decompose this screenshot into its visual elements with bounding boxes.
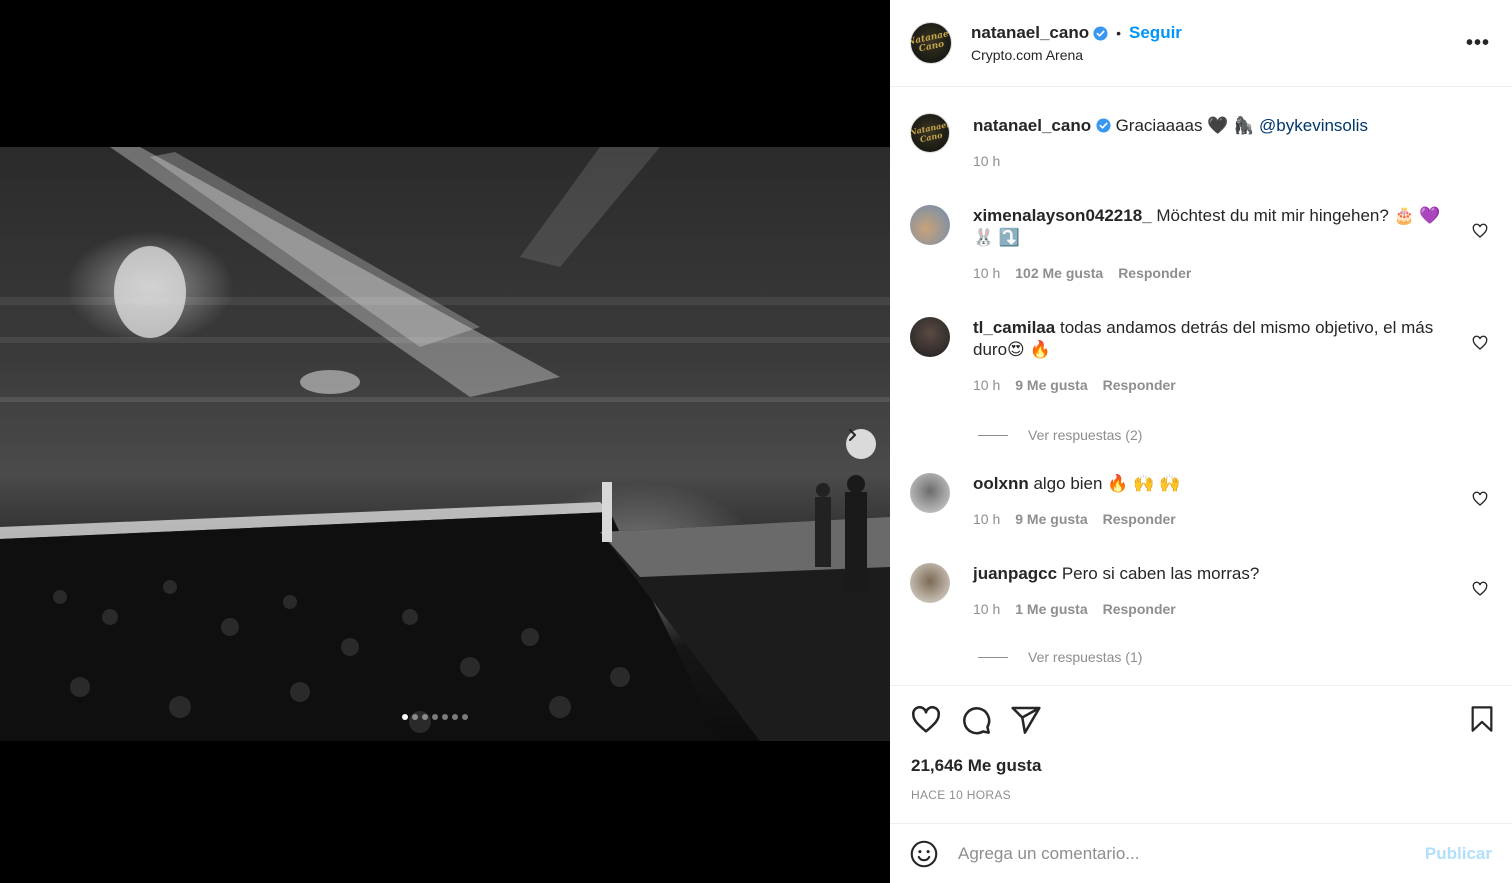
reply-button[interactable]: Responder xyxy=(1103,377,1176,393)
comment-icon[interactable] xyxy=(960,704,992,736)
commenter-avatar[interactable] xyxy=(910,473,950,513)
verified-icon xyxy=(1096,118,1111,133)
commenter-avatar[interactable] xyxy=(910,563,950,603)
caption-mention-link[interactable]: @bykevinsolis xyxy=(1259,116,1368,135)
likes-count[interactable]: 21,646 Me gusta xyxy=(911,756,1041,776)
view-replies-button[interactable]: Ver respuestas (1) xyxy=(978,649,1142,665)
comments-section: Natanael Cano natanael_cano Graciaaaas 🖤… xyxy=(890,87,1512,685)
comment-username[interactable]: tl_camilaa xyxy=(973,318,1055,337)
view-replies-button[interactable]: Ver respuestas (2) xyxy=(978,427,1142,443)
concert-photo[interactable] xyxy=(0,147,890,741)
commenter-avatar[interactable] xyxy=(910,317,950,357)
comment-likes[interactable]: 102 Me gusta xyxy=(1015,265,1103,281)
bookmark-icon[interactable] xyxy=(1468,704,1496,734)
verified-icon xyxy=(1093,25,1108,41)
comment-input[interactable] xyxy=(958,843,1418,864)
concert-scene xyxy=(0,147,890,741)
like-comment-heart-icon[interactable] xyxy=(1472,335,1488,351)
separator-dot: • xyxy=(1116,25,1122,41)
caption: Natanael Cano natanael_cano Graciaaaas 🖤… xyxy=(910,113,1492,169)
reply-button[interactable]: Responder xyxy=(1118,265,1191,281)
like-comment-heart-icon[interactable] xyxy=(1472,223,1488,239)
comment-item: tl_camilaa todas andamos detrás del mism… xyxy=(910,317,1492,393)
comment-text: Pero si caben las morras? xyxy=(1061,564,1260,583)
comment-likes[interactable]: 9 Me gusta xyxy=(1015,511,1087,527)
comment-time[interactable]: 10 h xyxy=(973,511,1000,527)
carousel-dot xyxy=(402,714,408,720)
carousel-dots xyxy=(402,714,468,720)
comment-username[interactable]: oolxnn xyxy=(973,474,1029,493)
like-comment-heart-icon[interactable] xyxy=(1472,491,1488,507)
follow-button[interactable]: Seguir xyxy=(1129,23,1182,43)
post-details-panel: Natanael Cano natanael_cano • Seguir Cry… xyxy=(890,0,1512,883)
caption-text: Graciaaaas 🖤 🦍 xyxy=(1115,116,1255,135)
post-media xyxy=(0,0,890,883)
comment-username[interactable]: juanpagcc xyxy=(973,564,1057,583)
comment-time[interactable]: 10 h xyxy=(973,601,1000,617)
caption-time[interactable]: 10 h xyxy=(973,153,1000,169)
comment-item: juanpagcc Pero si caben las morras? 10 h… xyxy=(910,563,1492,617)
like-comment-heart-icon[interactable] xyxy=(1472,581,1488,597)
view-replies-label: Ver respuestas (2) xyxy=(1028,427,1143,443)
chevron-right-icon xyxy=(849,429,856,441)
avatar-logo-text: Natanael Cano xyxy=(910,28,952,55)
comment-time[interactable]: 10 h xyxy=(973,377,1000,393)
carousel-dot xyxy=(462,714,468,720)
comment-item: ximenalayson042218_ Möchtest du mit mir … xyxy=(910,205,1492,281)
reply-button[interactable]: Responder xyxy=(1103,511,1176,527)
post-header: Natanael Cano natanael_cano • Seguir Cry… xyxy=(890,0,1512,87)
view-replies-label: Ver respuestas (1) xyxy=(1028,649,1143,665)
caption-username[interactable]: natanael_cano xyxy=(973,116,1091,135)
carousel-dot xyxy=(412,714,418,720)
next-slide-button[interactable] xyxy=(846,429,876,459)
comment-likes[interactable]: 1 Me gusta xyxy=(1015,601,1087,617)
post-actions: 21,646 Me gusta HACE 10 HORAS xyxy=(890,685,1512,823)
post-time[interactable]: HACE 10 HORAS xyxy=(911,788,1011,802)
comment-likes[interactable]: 9 Me gusta xyxy=(1015,377,1087,393)
author-avatar[interactable]: Natanael Cano xyxy=(910,22,952,64)
author-username[interactable]: natanael_cano xyxy=(971,23,1089,43)
carousel-dot xyxy=(432,714,438,720)
comment-username[interactable]: ximenalayson042218_ xyxy=(973,206,1152,225)
heart-icon[interactable] xyxy=(910,704,942,736)
comment-time[interactable]: 10 h xyxy=(973,265,1000,281)
carousel-dot xyxy=(452,714,458,720)
share-icon[interactable] xyxy=(1010,704,1042,736)
comment-text: algo bien 🔥 🙌 🙌 xyxy=(1033,474,1181,493)
carousel-dot xyxy=(442,714,448,720)
emoji-icon[interactable] xyxy=(910,840,938,868)
more-options-icon[interactable]: ••• xyxy=(1466,32,1490,55)
comment-item: oolxnn algo bien 🔥 🙌 🙌 10 h 9 Me gusta R… xyxy=(910,473,1492,527)
author-avatar[interactable]: Natanael Cano xyxy=(910,113,950,153)
reply-button[interactable]: Responder xyxy=(1103,601,1176,617)
publish-button[interactable]: Publicar xyxy=(1425,844,1492,864)
replies-divider xyxy=(978,434,1008,436)
commenter-avatar[interactable] xyxy=(910,205,950,245)
post-location[interactable]: Crypto.com Arena xyxy=(971,47,1182,63)
replies-divider xyxy=(978,656,1008,658)
carousel-dot xyxy=(422,714,428,720)
avatar-logo-text: Natanael Cano xyxy=(910,119,950,145)
add-comment-bar: Publicar xyxy=(890,823,1512,883)
